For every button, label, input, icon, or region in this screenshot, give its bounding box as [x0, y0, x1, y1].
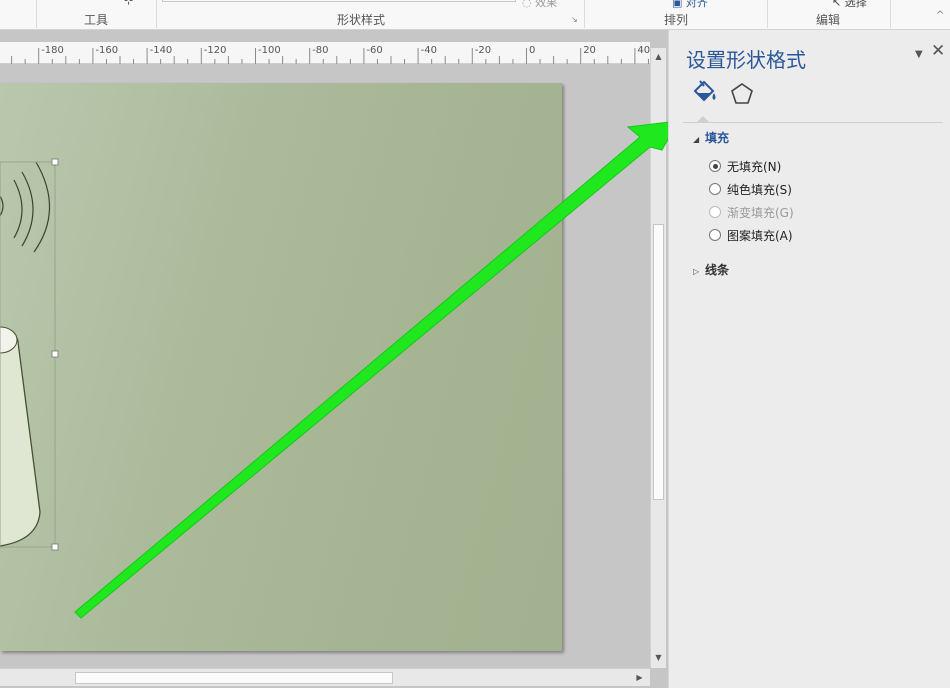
ribbon-group-shape-styles: 形状样式 [337, 13, 386, 27]
pane-title: 设置形状格式 [686, 48, 806, 72]
dialog-launcher-icon[interactable]: ↘ [571, 15, 580, 24]
ruler-tick-label: -160 [95, 45, 119, 56]
scroll-right-arrow-icon[interactable]: ▶ [634, 672, 645, 683]
effects-option[interactable]: ◌ 效果 [522, 0, 557, 10]
ruler-tick-label: -100 [258, 45, 281, 56]
ruler-tick-label: 40 [637, 45, 651, 56]
pane-options-dropdown-icon[interactable]: ▼ [915, 49, 923, 60]
radio-pattern-fill[interactable]: 图案填充(A) [709, 227, 793, 243]
ruler-tick-label: -120 [203, 45, 227, 56]
ribbon-separator [584, 0, 585, 28]
collapse-ribbon-icon[interactable]: ^ [936, 11, 945, 21]
radio-label: 图案填充(A) [727, 228, 793, 243]
align-button[interactable]: ▣ 对齐 [672, 0, 708, 10]
ribbon-separator [156, 0, 157, 28]
paint-bucket-icon [693, 80, 716, 102]
ribbon-cut-button[interactable]: ▔▔ [62, 0, 80, 6]
close-icon[interactable]: ✕ [931, 42, 945, 60]
radio-gradient-fill: 渐变填充(G) [709, 204, 794, 220]
ruler-tick-label: 0 [529, 45, 536, 56]
scroll-down-arrow-icon[interactable]: ▼ [653, 652, 664, 663]
radio-button [709, 206, 721, 218]
radio-button[interactable] [709, 183, 721, 195]
radio-no-fill[interactable]: 无填充(N) [709, 158, 781, 174]
radio-solid-fill[interactable]: 纯色填充(S) [709, 181, 792, 197]
fill-section-header[interactable]: ◢ 填充 [693, 129, 729, 146]
ribbon-group-edit: 编辑 [816, 13, 841, 27]
ruler-tick-label: -140 [149, 45, 173, 56]
collapse-triangle-icon: ◢ [693, 135, 700, 144]
drawing-canvas[interactable]: 00-180-160-140-120-100-80-60-40-2002040 … [0, 30, 668, 688]
vertical-scrollbar[interactable]: ▲ ▼ [650, 48, 666, 668]
slide-page[interactable] [0, 83, 562, 651]
ribbon-separator [890, 0, 891, 28]
shape-style-gallery[interactable] [162, 0, 516, 2]
connector-icon[interactable]: ⊹ [124, 0, 133, 7]
line-section-header[interactable]: ▷ 线条 [693, 261, 729, 278]
fill-section-label: 填充 [705, 131, 730, 145]
tab-fill-and-line[interactable] [689, 79, 719, 109]
expand-triangle-icon: ▷ [693, 267, 700, 276]
horizontal-scroll-thumb[interactable] [75, 672, 393, 684]
pentagon-icon [731, 83, 753, 104]
ribbon: ▔▔ ⊹ 工具 ◌ 效果 形状样式 ↘ ▣ 对齐 排列 ↖ 选择 编辑 ^ [0, 0, 950, 30]
ruler-tick-label: -180 [41, 45, 64, 56]
ribbon-separator [36, 0, 37, 28]
app-window: ▔▔ ⊹ 工具 ◌ 效果 形状样式 ↘ ▣ 对齐 排列 ↖ 选择 编辑 ^ 00… [0, 0, 950, 688]
ruler-tick-label: -40 [420, 45, 437, 56]
radio-label: 渐变填充(G) [727, 205, 794, 220]
ruler-tick-label: -80 [312, 45, 329, 56]
select-button[interactable]: ↖ 选择 [832, 0, 867, 10]
horizontal-scrollbar[interactable]: ▶ [0, 668, 650, 686]
ruler-tick-label: -20 [474, 45, 492, 56]
ruler-tick-label: -60 [366, 45, 383, 56]
line-section-label: 线条 [705, 263, 730, 277]
ribbon-group-arrange: 排列 [664, 13, 689, 27]
horizontal-ruler: 00-180-160-140-120-100-80-60-40-2002040 [0, 42, 650, 64]
radio-button[interactable] [709, 160, 721, 172]
radio-label: 纯色填充(S) [727, 182, 792, 197]
format-shape-pane: 设置形状格式 ▼ ✕ ◢ 填充 无填充(N) 纯色填充(S) 渐变填充(G) 图… [668, 30, 950, 688]
ruler-tick-label: 20 [583, 45, 596, 56]
radio-label: 无填充(N) [727, 159, 782, 174]
ribbon-group-tools: 工具 [84, 13, 109, 27]
scroll-up-arrow-icon[interactable]: ▲ [653, 51, 664, 62]
vertical-scroll-thumb[interactable] [653, 224, 664, 500]
radio-button[interactable] [709, 229, 721, 241]
tab-divider [683, 122, 943, 123]
ribbon-separator [767, 0, 768, 28]
tab-effects[interactable] [727, 79, 757, 109]
